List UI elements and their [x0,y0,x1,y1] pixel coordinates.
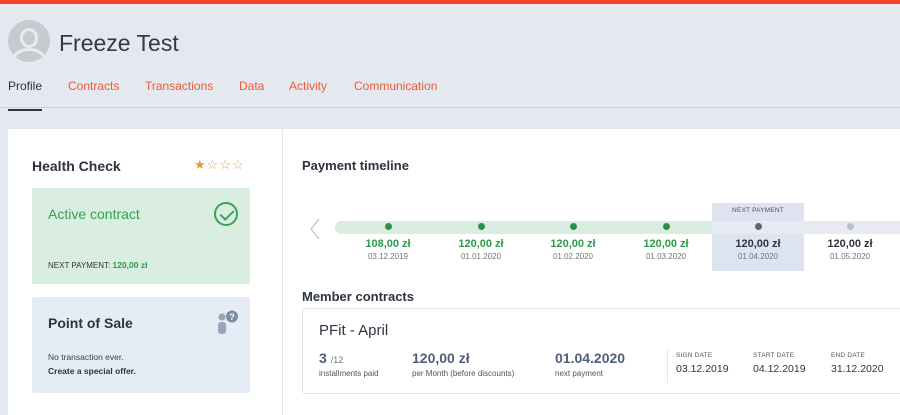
member-contracts-title: Member contracts [302,289,414,304]
payment-timeline-title: Payment timeline [302,158,409,173]
price-label: per Month (before discounts) [412,369,515,378]
installments-total: /12 [330,355,344,365]
price-value: 120,00 zł [412,350,470,366]
profile-panel: Health Check ★☆☆☆ Active contract NEXT P… [8,129,900,415]
timeline-dot [477,223,485,230]
timeline-point[interactable]: 120,00 zł 01.01.2020 [436,223,526,263]
svg-text:?: ? [229,312,235,322]
star-empty-icon[interactable]: ☆ [219,157,232,172]
tab-transactions[interactable]: Transactions [145,79,213,93]
contract-card[interactable]: PFit - April 3 /12 installments paid 120… [302,308,900,394]
tab-contracts[interactable]: Contracts [68,79,119,93]
timeline-point[interactable]: 120,00 zł 01.03.2020 [621,223,711,263]
sign-date-label: SIGN DATE [676,352,713,359]
tab-data[interactable]: Data [239,79,264,93]
timeline-amount: 108,00 zł [365,238,411,250]
page-title: Freeze Test [59,30,179,56]
active-contract-card[interactable]: Active contract NEXT PAYMENT: 120,00 zł [32,188,250,284]
timeline-amount: 120,00 zł [827,238,873,250]
timeline-date: 01.02.2020 [552,252,594,261]
timeline-dot [384,223,392,230]
check-circle-icon [214,202,238,226]
tab-bar: Profile Contracts Transactions Data Acti… [0,76,900,111]
end-date-value: 31.12.2020 [831,363,884,375]
point-of-sale-card[interactable]: Point of Sale ? No transaction ever. Cre… [32,297,250,393]
no-transaction-text: No transaction ever. [48,352,124,362]
start-date-block: START DATE 04.12.2019 [753,352,806,375]
start-date-value: 04.12.2019 [753,363,806,375]
sign-date-value: 03.12.2019 [676,363,729,375]
timeline-date: 01.01.2020 [460,252,502,261]
contract-name[interactable]: PFit - April [319,322,388,339]
next-payment-label: NEXT PAYMENT: [48,261,111,270]
column-divider [282,129,283,415]
installments-stat: 3 /12 installments paid [319,350,379,378]
special-offer-link[interactable]: Create a special offer. [48,366,136,376]
point-of-sale-label: Point of Sale [48,315,133,331]
tab-activity[interactable]: Activity [289,79,327,93]
next-payment-date: 01.04.2020 [555,350,626,366]
timeline-point-next[interactable]: 120,00 zł 01.04.2020 [713,223,803,263]
person-question-icon: ? [218,310,238,334]
profile-header: Freeze Test Profile Contracts Transactio… [0,4,900,111]
timeline-amount: 120,00 zł [643,238,689,250]
star-empty-icon[interactable]: ☆ [232,157,245,172]
star-filled-icon[interactable]: ★ [194,157,207,172]
timeline-dot [662,223,670,230]
timeline-amount: 120,00 zł [735,238,781,250]
tab-communication[interactable]: Communication [354,79,437,93]
next-payment-date-label: next payment [555,369,604,378]
timeline-date: 01.03.2020 [645,252,687,261]
timeline-date: 01.05.2020 [829,252,871,261]
end-date-block: END DATE 31.12.2020 [831,352,884,375]
timeline-point-future[interactable]: 120,00 zł 01.05.2020 [805,223,895,263]
timeline-point[interactable]: 120,00 zł 01.02.2020 [528,223,618,263]
timeline-dot [754,223,762,230]
next-payment-tag: NEXT PAYMENT [732,207,784,214]
next-payment-value: 120,00 zł [112,260,148,270]
timeline-date: 01.04.2020 [737,252,779,261]
health-check-title: Health Check [32,158,121,174]
chevron-left-icon[interactable] [308,217,322,241]
sign-date-block: SIGN DATE 03.12.2019 [676,352,729,375]
tab-profile[interactable]: Profile [8,79,43,111]
timeline-amount: 120,00 zł [550,238,596,250]
timeline-dot [846,223,854,230]
stats-divider [667,349,668,383]
end-date-label: END DATE [831,352,865,359]
next-payment-stat: 01.04.2020 next payment [555,350,625,378]
active-contract-label: Active contract [48,206,140,222]
timeline-date: 03.12.2019 [367,252,409,261]
next-payment-info: NEXT PAYMENT: 120,00 zł [48,260,147,270]
timeline-dot [569,223,577,230]
star-empty-icon[interactable]: ☆ [207,157,220,172]
timeline-amount: 120,00 zł [458,238,504,250]
timeline-point[interactable]: 108,00 zł 03.12.2019 [343,223,433,263]
price-stat: 120,00 zł per Month (before discounts) [412,350,514,378]
installments-value: 3 [319,350,327,366]
rating-stars[interactable]: ★☆☆☆ [194,157,245,173]
installments-label: installments paid [319,369,379,378]
user-avatar-icon[interactable] [8,20,50,62]
start-date-label: START DATE [753,352,795,359]
